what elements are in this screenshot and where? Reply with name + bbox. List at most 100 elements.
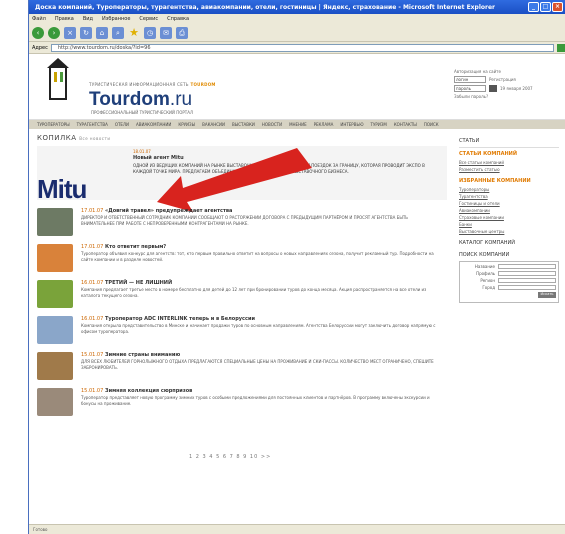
login-title: Авторизация на сайте xyxy=(454,69,501,74)
login-input[interactable]: логин xyxy=(454,76,486,83)
nav-item[interactable]: КОНТАКТЫ xyxy=(394,122,417,127)
maximize-button[interactable]: □ xyxy=(540,2,551,12)
search-profile-select[interactable] xyxy=(498,271,556,276)
news-title[interactable]: Зимние страны вниманию xyxy=(105,352,180,358)
menu-tools[interactable]: Сервис xyxy=(139,16,158,22)
search-name-input[interactable] xyxy=(498,264,556,269)
news-date: 16.01.07 xyxy=(81,280,104,286)
title-bar: Доска компаний, Туроператоры, турагентст… xyxy=(29,0,565,14)
news-text: ДИРЕКТОР И ОТВЕТСТВЕННЫЙ СОТРУДНИК КОМПА… xyxy=(81,215,409,226)
pagination[interactable]: 1 2 3 4 5 6 7 8 9 10 >> xyxy=(189,454,271,460)
news-item[interactable]: 16.01.07 ТРЕТИЙ — НЕ ЛИШНИЙ Компания пре… xyxy=(37,280,447,312)
featured-link[interactable]: Гостиницы и отели xyxy=(459,201,559,206)
site-tagline: ТУРИСТИЧЕСКАЯ ИНФОРМАЦИОННАЯ СЕТЬ TOURDO… xyxy=(89,82,216,87)
news-item[interactable]: 16.01.07 Туроператор ADC INTERLINK тепер… xyxy=(37,316,447,348)
menu-edit[interactable]: Правка xyxy=(55,16,74,22)
site-header: ТУРИСТИЧЕСКАЯ ИНФОРМАЦИОННАЯ СЕТЬ TOURDO… xyxy=(29,56,565,120)
login-button[interactable] xyxy=(489,85,497,92)
minimize-button[interactable]: _ xyxy=(528,2,539,12)
news-title[interactable]: Зимняя коллекция сюрпризов xyxy=(105,388,192,394)
refresh-icon[interactable]: ↻ xyxy=(80,26,92,39)
featured-link[interactable]: Страховые компании xyxy=(459,215,559,220)
menu-file[interactable]: Файл xyxy=(32,16,46,22)
house-logo-icon[interactable] xyxy=(47,58,69,100)
news-item[interactable]: 17.01.07 Кто ответит первым? Туроператор… xyxy=(37,244,447,276)
featured-article[interactable]: Mitu 18.01.07 Новый агент Mitu ОДНОЙ ИЗ … xyxy=(37,146,447,212)
search-city-select[interactable] xyxy=(498,285,556,290)
mail-icon[interactable]: ✉ xyxy=(160,26,172,39)
menu-help[interactable]: Справка xyxy=(167,16,189,22)
nav-item[interactable]: ТУРАГЕНТСТВА xyxy=(77,122,108,127)
news-item[interactable]: 15.01.07 Зимние страны вниманию ДЛЯ ВСЕХ… xyxy=(37,352,447,384)
nav-item[interactable]: ВАКАНСИИ xyxy=(202,122,225,127)
nav-item[interactable]: ВЫСТАВКИ xyxy=(232,122,255,127)
brand-name: Tourdom xyxy=(89,89,170,110)
news-item[interactable]: 15.01.07 Зимняя коллекция сюрпризов Туро… xyxy=(37,388,447,420)
featured-link[interactable]: Выставочные центры xyxy=(459,229,559,234)
company-articles-heading: СТАТЬИ КОМПАНИЙ xyxy=(459,151,518,157)
news-text: ДЛЯ ВСЕХ ЛЮБИТЕЛЕЙ ГОРНОЛЫЖНОГО ОТДЫХА П… xyxy=(81,359,434,370)
search-button[interactable]: Искать xyxy=(538,292,556,298)
news-thumbnail xyxy=(37,316,73,344)
register-link[interactable]: Регистрация xyxy=(489,77,516,82)
mitu-logo: Mitu xyxy=(37,174,87,204)
section-heading: КОПИЛКА xyxy=(37,134,77,142)
nav-item[interactable]: ОТЕЛИ xyxy=(115,122,129,127)
post-article-link[interactable]: Разместить статью xyxy=(459,167,559,172)
print-icon[interactable]: ⎙ xyxy=(176,26,188,39)
featured-link[interactable]: Банки xyxy=(459,222,559,227)
brand-suffix: .ru xyxy=(169,89,193,110)
news-thumbnail xyxy=(37,388,73,416)
nav-item[interactable]: ТУРИЗМ xyxy=(371,122,387,127)
nav-item[interactable]: НОВОСТИ xyxy=(262,122,282,127)
nav-item[interactable]: АВИАКОМПАНИИ xyxy=(136,122,171,127)
stop-icon[interactable]: × xyxy=(64,26,76,39)
password-input[interactable]: пароль xyxy=(454,85,486,92)
news-item[interactable]: 17.01.07 «Довгий травел» предупреждает а… xyxy=(37,208,447,240)
site-subtag: ПРОФЕССИОНАЛЬНЫЙ ТУРИСТИЧЕСКИЙ ПОРТАЛ xyxy=(91,110,193,115)
featured-link[interactable]: Авиакомпании xyxy=(459,208,559,213)
go-button[interactable] xyxy=(557,43,565,52)
search-icon[interactable]: ⌕ xyxy=(112,26,124,39)
company-articles-link[interactable]: Все статьи компаний xyxy=(459,160,559,165)
close-button[interactable]: × xyxy=(552,2,563,12)
search-region-select[interactable] xyxy=(498,278,556,283)
featured-link[interactable]: Туроператоры xyxy=(459,187,559,192)
nav-item[interactable]: КРУИЗЫ xyxy=(178,122,195,127)
address-input[interactable]: http://www.tourdom.ru/doska/?id=96 xyxy=(50,43,554,52)
menu-bar: Файл Правка Вид Избранное Сервис Справка xyxy=(29,14,565,24)
login-box: Авторизация на сайте логин Регистрация п… xyxy=(454,69,554,99)
nav-item[interactable]: ПОИСК xyxy=(424,122,439,127)
news-title[interactable]: Туроператор ADC INTERLINK теперь и в Бел… xyxy=(105,316,255,322)
news-title[interactable]: ТРЕТИЙ — НЕ ЛИШНИЙ xyxy=(105,280,172,286)
menu-favorites[interactable]: Избранное xyxy=(102,16,130,22)
site-nav: ТУРОПЕРАТОРЫ ТУРАГЕНТСТВА ОТЕЛИ АВИАКОМП… xyxy=(29,120,565,129)
news-title[interactable]: «Довгий травел» предупреждает агентства xyxy=(105,208,232,214)
favorites-icon[interactable]: ★ xyxy=(128,26,140,39)
nav-item[interactable]: ИНТЕРВЬЮ xyxy=(340,122,363,127)
featured-link[interactable]: Турагентства xyxy=(459,194,559,199)
news-date: 15.01.07 xyxy=(81,388,104,394)
section-sub-link[interactable]: Все новости xyxy=(79,136,110,141)
news-text: Туроператор представляет новую программу… xyxy=(81,395,430,406)
home-icon[interactable]: ⌂ xyxy=(96,26,108,39)
browser-window: Доска компаний, Туроператоры, турагентст… xyxy=(28,0,565,534)
forgot-password-link[interactable]: Забыли пароль? xyxy=(454,94,554,99)
red-arrow-icon xyxy=(157,148,312,212)
back-icon[interactable]: ‹ xyxy=(32,26,44,39)
nav-item[interactable]: РЕКЛАМА xyxy=(314,122,334,127)
menu-view[interactable]: Вид xyxy=(83,16,93,22)
news-title[interactable]: Кто ответит первым? xyxy=(105,244,166,250)
status-bar: Готово xyxy=(29,524,565,534)
news-text: Туроператор объявил конкурс для агентств… xyxy=(81,251,434,262)
nav-item[interactable]: ТУРОПЕРАТОРЫ xyxy=(37,122,70,127)
news-thumbnail xyxy=(37,244,73,272)
history-icon[interactable]: ◷ xyxy=(144,26,156,39)
search-field-label: Регион xyxy=(480,278,495,283)
news-date: 17.01.07 xyxy=(81,244,104,250)
forward-icon[interactable]: › xyxy=(48,26,60,39)
articles-link[interactable]: СТАТЬИ xyxy=(459,138,559,144)
site-brand[interactable]: Tourdom.ru xyxy=(89,89,192,111)
nav-item[interactable]: МНЕНИЕ xyxy=(289,122,307,127)
catalog-link[interactable]: КАТАЛОГ КОМПАНИЙ xyxy=(459,240,559,246)
